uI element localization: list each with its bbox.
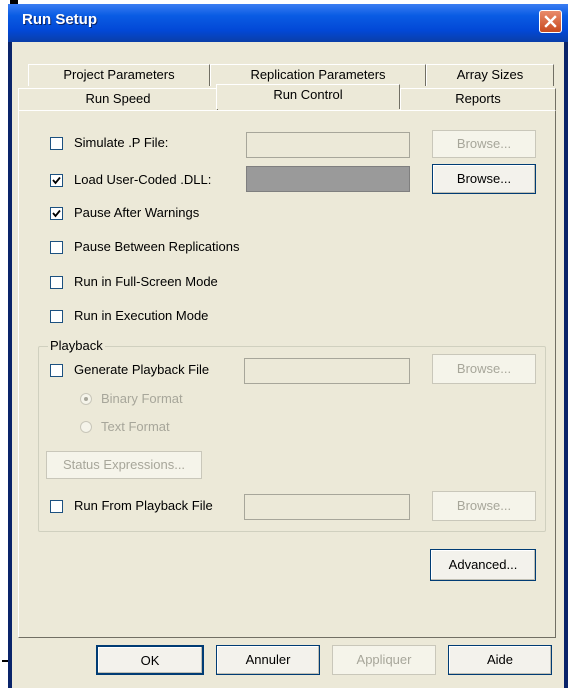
background-window-edge: [0, 0, 8, 688]
full-screen-mode-checkbox[interactable]: [50, 276, 63, 289]
load-dll-browse-button[interactable]: Browse...: [432, 164, 536, 194]
ok-button[interactable]: OK: [96, 645, 204, 675]
simulate-p-file-field[interactable]: [246, 132, 410, 158]
tab-label: Array Sizes: [456, 67, 524, 82]
status-expressions-button[interactable]: Status Expressions...: [46, 451, 202, 479]
tab-run-control[interactable]: Run Control: [216, 84, 400, 109]
run-from-playback-field[interactable]: [244, 494, 410, 520]
run-from-playback-label: Run From Playback File: [74, 498, 213, 513]
load-dll-field[interactable]: [246, 166, 410, 192]
tab-project-parameters[interactable]: Project Parameters: [28, 64, 210, 86]
tab-label: Reports: [455, 91, 501, 106]
binary-format-label: Binary Format: [101, 391, 183, 406]
execution-mode-label: Run in Execution Mode: [74, 308, 209, 323]
checkmark-icon: [52, 176, 61, 185]
cancel-button[interactable]: Annuler: [216, 645, 320, 675]
binary-format-radio[interactable]: [80, 393, 92, 405]
generate-playback-field[interactable]: [244, 358, 410, 384]
title-bar[interactable]: Run Setup: [8, 4, 568, 42]
help-button[interactable]: Aide: [448, 645, 552, 675]
run-from-playback-browse-button[interactable]: Browse...: [432, 491, 536, 521]
pause-between-replications-checkbox[interactable]: [50, 241, 63, 254]
simulate-p-file-browse-button[interactable]: Browse...: [432, 130, 536, 158]
tab-label: Run Control: [273, 87, 343, 102]
close-icon: [544, 15, 557, 28]
tab-label: Run Speed: [85, 91, 151, 106]
generate-playback-browse-button[interactable]: Browse...: [432, 354, 536, 384]
tab-label: Replication Parameters: [250, 67, 386, 82]
pause-after-warnings-checkbox[interactable]: [50, 207, 63, 220]
playback-group-title: Playback: [48, 338, 105, 353]
radio-selected-dot: [84, 397, 88, 401]
tab-reports[interactable]: Reports: [400, 88, 556, 110]
text-format-radio[interactable]: [80, 421, 92, 433]
simulate-p-file-checkbox[interactable]: [50, 137, 63, 150]
pause-between-replications-label: Pause Between Replications: [74, 239, 240, 254]
generate-playback-label: Generate Playback File: [74, 362, 210, 377]
full-screen-mode-label: Run in Full-Screen Mode: [74, 274, 218, 289]
tab-label: Project Parameters: [63, 67, 175, 82]
load-dll-label: Load User-Coded .DLL:: [74, 172, 212, 187]
dialog-title: Run Setup: [22, 11, 97, 28]
tab-array-sizes[interactable]: Array Sizes: [426, 64, 554, 86]
apply-button[interactable]: Appliquer: [332, 645, 436, 675]
text-format-label: Text Format: [101, 419, 170, 434]
pause-after-warnings-label: Pause After Warnings: [74, 205, 200, 220]
execution-mode-checkbox[interactable]: [50, 310, 63, 323]
generate-playback-checkbox[interactable]: [50, 364, 63, 377]
close-button[interactable]: [539, 10, 562, 33]
tab-replication-parameters[interactable]: Replication Parameters: [210, 64, 426, 86]
simulate-p-file-label: Simulate .P File:: [74, 135, 169, 150]
checkmark-icon: [52, 209, 61, 218]
load-dll-checkbox[interactable]: [50, 174, 63, 187]
advanced-button[interactable]: Advanced...: [430, 549, 536, 581]
run-from-playback-checkbox[interactable]: [50, 500, 63, 513]
tab-run-speed[interactable]: Run Speed: [18, 88, 218, 110]
